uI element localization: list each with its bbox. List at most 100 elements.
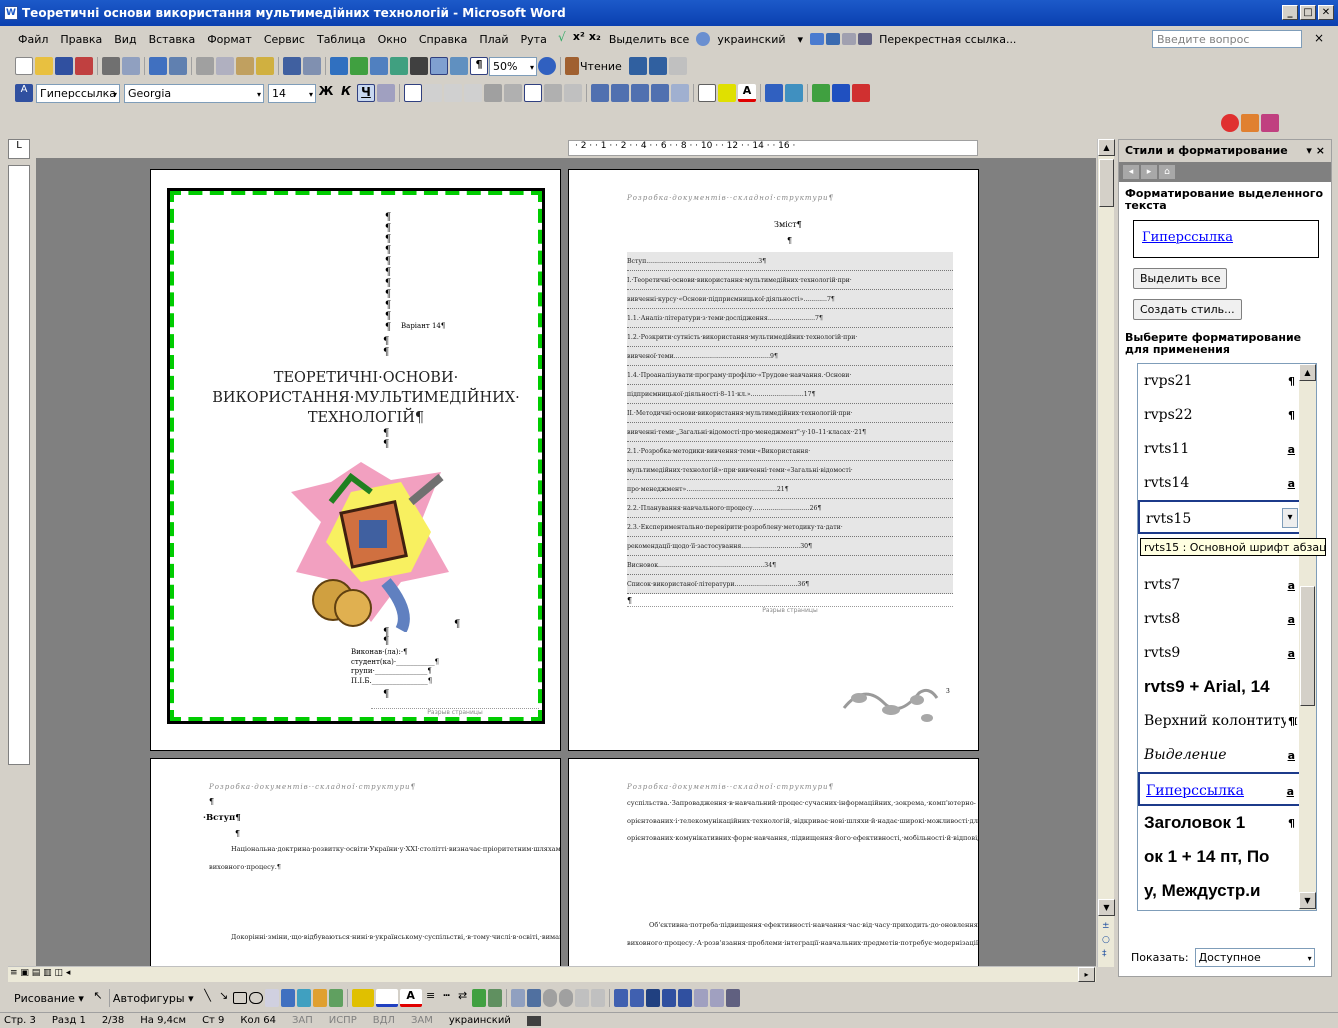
permission-icon[interactable] xyxy=(75,57,93,75)
nudge-icon[interactable] xyxy=(693,989,708,1007)
style-item[interactable]: Верхний колонтитул ¶ xyxy=(1138,704,1301,738)
insert-table-icon[interactable] xyxy=(370,57,388,75)
menu-ruta[interactable]: Рута xyxy=(515,33,553,46)
ungroup-icon[interactable] xyxy=(677,989,692,1007)
sort-asc-icon[interactable] xyxy=(628,57,647,75)
arrow-style-icon[interactable]: ⇄ xyxy=(456,989,470,1007)
sort-desc-icon[interactable] xyxy=(648,57,667,75)
style-item[interactable]: у, Междустр.и xyxy=(1138,874,1301,908)
page-intro[interactable]: Розробка·документів··складної·структури¶… xyxy=(150,758,561,966)
style-dropdown-icon[interactable]: ▾ xyxy=(1282,508,1298,528)
3d-icon[interactable] xyxy=(487,989,502,1007)
russian-flag-icon[interactable] xyxy=(852,84,870,102)
font-select[interactable]: Georgia ▾ xyxy=(124,83,264,103)
more-icon[interactable] xyxy=(725,989,740,1007)
page-contents[interactable]: Розробка·документів··складної·структури¶… xyxy=(568,169,979,751)
highlight-icon[interactable] xyxy=(718,84,736,102)
bullets-style-icon[interactable] xyxy=(671,84,689,102)
table-icon[interactable] xyxy=(810,33,825,45)
page-title[interactable]: ¶ ¶ ¶ ¶ ¶ ¶ ¶ ¶ ¶ ¶ ¶ Варіант 14¶ ¶ ¶ ТЕОРЕТИЧНІ·ОС… xyxy=(150,169,561,751)
superscript-icon[interactable]: x² xyxy=(572,30,586,48)
toc-row[interactable]: 2.2.·Планування·навчального·процесу.....… xyxy=(627,499,953,518)
cross-reference-menu[interactable]: Перекрестная ссылка... xyxy=(873,33,1022,46)
research-icon[interactable] xyxy=(169,57,187,75)
columns-icon[interactable] xyxy=(410,57,428,75)
autoshapes-menu[interactable]: Автофигуры ▾ xyxy=(113,992,194,1005)
status-track-changes[interactable]: ИСПР xyxy=(329,1015,357,1026)
copy-icon[interactable] xyxy=(216,57,234,75)
vertical-scrollbar[interactable]: ▲ ▼ ± ○ ‡ xyxy=(1097,139,1115,967)
view-buttons[interactable]: ≡ ▣ ▤ ▥ ◫ ◂ xyxy=(10,968,70,978)
style-item[interactable]: ок 1 + 14 пт, По xyxy=(1138,840,1301,874)
border-box-icon[interactable] xyxy=(524,84,542,102)
drawing-font-color-icon[interactable]: A xyxy=(399,989,422,1007)
style-item[interactable]: rvts7 a xyxy=(1138,568,1301,602)
toc-row[interactable]: вивченні·курсу·«Основи·підприємницької·д… xyxy=(627,290,953,309)
zoom-select[interactable]: 50% ▾ xyxy=(489,56,537,76)
home-icon[interactable]: ⌂ xyxy=(1159,165,1175,179)
style-item[interactable]: Заголовок 1 ¶ xyxy=(1138,806,1301,840)
wordart-icon[interactable] xyxy=(280,989,295,1007)
drawing-icon[interactable] xyxy=(430,57,448,75)
strike-line-icon[interactable] xyxy=(544,84,562,102)
toc-row[interactable]: ІІ.·Методичні·основи·використання·мульти… xyxy=(627,404,953,423)
language-dropdown-icon[interactable]: ▾ xyxy=(792,33,810,46)
flag-icon[interactable] xyxy=(832,84,850,102)
cut-icon[interactable] xyxy=(196,57,214,75)
outside-border-icon[interactable] xyxy=(698,84,716,102)
style-item[interactable]: rvps22 ¶ xyxy=(1138,398,1301,432)
line-style-icon[interactable]: ≡ xyxy=(424,989,438,1007)
rectangle-icon[interactable] xyxy=(232,992,247,1004)
hyperlink-icon[interactable] xyxy=(330,57,348,75)
clipart-icon[interactable] xyxy=(1241,114,1259,132)
style-item[interactable]: rvts11 a xyxy=(1138,432,1301,466)
forward-icon[interactable]: ▸ xyxy=(1141,165,1157,179)
style-item[interactable]: rvts9 a xyxy=(1138,636,1301,670)
merge-icon[interactable] xyxy=(668,57,687,75)
forms-icon[interactable] xyxy=(812,84,830,102)
scroll-thumb[interactable] xyxy=(1099,159,1114,207)
page-body[interactable]: Розробка·документів··складної·структури¶… xyxy=(568,758,979,966)
align-center-icon[interactable] xyxy=(424,84,442,102)
equation-icon[interactable]: √ xyxy=(554,30,570,48)
control-icon-2[interactable] xyxy=(558,989,573,1007)
show-hide-icon[interactable]: ¶ xyxy=(470,57,488,75)
styles-scroll-up[interactable]: ▲ xyxy=(1299,364,1316,381)
toc-row[interactable]: підприємницької·діяльності·8–11·кл.»....… xyxy=(627,385,953,404)
status-language[interactable]: украинский xyxy=(449,1015,511,1026)
decrease-indent-icon[interactable] xyxy=(631,84,649,102)
toc-row[interactable]: 1.4.·Проаналізувати·програму·профілю·«Тр… xyxy=(627,366,953,385)
menu-format[interactable]: Формат xyxy=(201,33,258,46)
save-icon[interactable] xyxy=(55,57,73,75)
align-icon[interactable] xyxy=(613,989,628,1007)
menu-edit[interactable]: Правка xyxy=(54,33,108,46)
italic-button[interactable]: К xyxy=(337,84,355,102)
close-button[interactable]: ✕ xyxy=(1318,5,1334,20)
scroll-down-button[interactable]: ▼ xyxy=(1098,899,1115,916)
textbox-icon[interactable] xyxy=(264,989,279,1007)
menu-file[interactable]: Файл xyxy=(12,33,54,46)
ask-question-input[interactable]: Введите вопрос xyxy=(1152,30,1302,48)
browse-object-controls[interactable]: ± ○ ‡ xyxy=(1102,919,1110,961)
styles-list-scrollbar[interactable]: ▲ ▼ xyxy=(1299,364,1316,910)
select-objects-icon[interactable]: ↖ xyxy=(91,989,105,1007)
arrow-icon[interactable]: ↘ xyxy=(217,989,231,1007)
paste-icon[interactable] xyxy=(236,57,254,75)
document-area[interactable]: ¶ ¶ ¶ ¶ ¶ ¶ ¶ ¶ ¶ ¶ ¶ Варіант 14¶ ¶ ¶ ТЕОРЕТИЧНІ·ОС… xyxy=(36,158,1096,966)
select-all-button[interactable]: Выделить все xyxy=(1133,268,1228,289)
redo-icon[interactable] xyxy=(303,57,321,75)
oval-icon[interactable] xyxy=(248,992,263,1004)
insert-excel-icon[interactable] xyxy=(390,57,408,75)
stop-icon[interactable] xyxy=(1221,114,1239,132)
print-preview-icon[interactable] xyxy=(122,57,140,75)
new-document-icon[interactable] xyxy=(15,57,33,75)
spelling-status-icon[interactable] xyxy=(526,1015,541,1026)
frame-icon[interactable] xyxy=(785,84,803,102)
status-record[interactable]: ЗАП xyxy=(292,1015,313,1026)
help-icon[interactable] xyxy=(538,57,556,75)
pane-close-icon[interactable]: ▾ × xyxy=(1306,144,1325,157)
horizontal-ruler[interactable]: · 2 · · 1 · · 2 · · 4 · · 6 · · 8 · · 10… xyxy=(568,140,978,156)
numbering-icon[interactable] xyxy=(591,84,609,102)
style-item[interactable]: rvps21 ¶ xyxy=(1138,364,1301,398)
reading-button[interactable]: Чтение xyxy=(580,60,622,73)
